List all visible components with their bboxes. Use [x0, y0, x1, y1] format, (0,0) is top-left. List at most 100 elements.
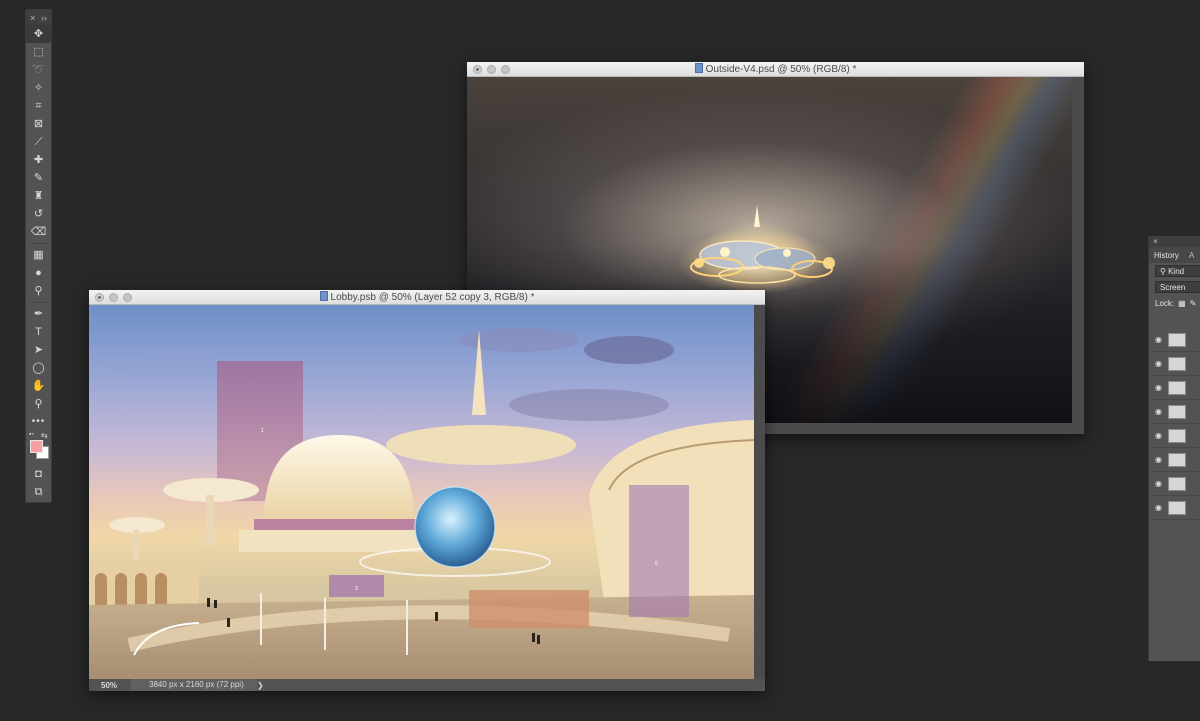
move-tool-icon[interactable]: ✥ [26, 25, 51, 43]
layer-row[interactable]: ◉ [1149, 496, 1200, 520]
document-canvas-lobby[interactable]: 1 3 5 [89, 305, 754, 679]
layer-thumbnail [1167, 332, 1186, 347]
crop-tool-icon[interactable]: ⌗ [26, 97, 51, 115]
tools-panel-header: × ›› [26, 10, 51, 25]
layer-thumbnail [1167, 404, 1186, 419]
banner-label-5: 5 [655, 561, 658, 567]
window-title-text: Lobby.psb @ 50% (Layer 52 copy 3, RGB/8)… [330, 292, 535, 303]
document-info[interactable]: 3840 px x 2160 px (72 ppi) [131, 679, 257, 691]
tools-panel: × ›› ✥ ⬚ ➰ ✧ ⌗ ⊠ ⟋ ✚ ✎ ♜ ↺ ⌫ ▦ ● ⚲ ✒ T ➤ ◯ ✋ ⚲ ••• ▪▫ ⇆ ◘ ⧉ [25, 9, 52, 503]
layer-thumbnail [1167, 476, 1186, 491]
eye-icon[interactable]: ◉ [1155, 335, 1162, 344]
healing-brush-tool-icon[interactable]: ✚ [26, 151, 51, 169]
type-tool-icon[interactable]: T [26, 323, 51, 341]
document-window-lobby[interactable]: Lobby.psb @ 50% (Layer 52 copy 3, RGB/8)… [89, 290, 765, 691]
layer-thumbnail [1167, 500, 1186, 515]
tool-separator [29, 302, 48, 303]
shape-tool-icon[interactable]: ◯ [26, 359, 51, 377]
eye-icon[interactable]: ◉ [1155, 431, 1162, 440]
window-title-text: Outside-V4.psd @ 50% (RGB/8) * [705, 64, 857, 75]
eraser-tool-icon[interactable]: ⌫ [26, 223, 51, 241]
vertical-scrollbar[interactable] [754, 305, 765, 679]
zoom-level[interactable]: 50% [89, 681, 125, 690]
color-swatches: ▪▫ ⇆ [26, 431, 51, 465]
layer-thumbnail [1167, 380, 1186, 395]
layer-thumbnail [1167, 452, 1186, 467]
document-icon [694, 63, 703, 73]
more-tools-icon[interactable]: ••• [26, 413, 51, 431]
eye-icon[interactable]: ◉ [1155, 455, 1162, 464]
layer-thumbnail [1167, 356, 1186, 371]
dodge-tool-icon[interactable]: ⚲ [26, 282, 51, 300]
blend-row: Screen [1149, 279, 1200, 295]
frame-tool-icon[interactable]: ⊠ [26, 115, 51, 133]
foreground-color-swatch[interactable] [30, 440, 43, 453]
lock-label: Lock: [1155, 298, 1175, 308]
eye-icon[interactable]: ◉ [1155, 359, 1162, 368]
brush-tool-icon[interactable]: ✎ [26, 169, 51, 187]
filter-kind-select[interactable]: ⚲ Kind [1155, 265, 1200, 277]
window-title: Lobby.psb @ 50% (Layer 52 copy 3, RGB/8)… [89, 291, 765, 303]
blur-tool-icon[interactable]: ● [26, 264, 51, 282]
tool-separator [29, 243, 48, 244]
history-brush-tool-icon[interactable]: ↺ [26, 205, 51, 223]
marquee-tool-icon[interactable]: ⬚ [26, 43, 51, 61]
layer-row[interactable]: ◉ [1149, 448, 1200, 472]
minimize-window-button[interactable] [109, 293, 118, 302]
lock-paint-icon[interactable]: ✎ [1190, 299, 1197, 308]
eye-icon[interactable]: ◉ [1155, 383, 1162, 392]
blend-mode-select[interactable]: Screen [1155, 281, 1200, 293]
window-titlebar[interactable]: Outside-V4.psd @ 50% (RGB/8) * [467, 62, 1084, 77]
banner-label-3: 3 [355, 586, 358, 592]
vertical-scrollbar[interactable] [1072, 77, 1084, 434]
close-window-button[interactable] [95, 293, 104, 302]
filter-row: ⚲ Kind [1149, 263, 1200, 279]
zoom-tool-icon[interactable]: ⚲ [26, 395, 51, 413]
zoom-window-button[interactable] [123, 293, 132, 302]
lobby-artwork: 1 3 5 [89, 328, 754, 679]
layer-row[interactable]: ◉ [1149, 472, 1200, 496]
zoom-window-button[interactable] [501, 65, 510, 74]
eye-icon[interactable]: ◉ [1155, 407, 1162, 416]
layer-row[interactable]: ◉ [1149, 352, 1200, 376]
close-icon[interactable]: × [1153, 237, 1158, 246]
screen-mode-icon[interactable]: ⧉ [26, 483, 51, 501]
layer-thumbnail [1167, 428, 1186, 443]
default-colors-icon[interactable]: ▪▫ [29, 431, 34, 438]
eyedropper-tool-icon[interactable]: ⟋ [26, 133, 51, 151]
layer-list: ◉ ◉ ◉ ◉ ◉ ◉ ◉ ◉ [1149, 328, 1200, 520]
eye-icon[interactable]: ◉ [1155, 479, 1162, 488]
quick-mask-icon[interactable]: ◘ [26, 465, 51, 483]
tab-history[interactable]: History [1149, 251, 1184, 260]
lock-row: Lock: ▦ ✎ [1149, 295, 1200, 311]
swap-colors-icon[interactable]: ⇆ [41, 431, 48, 440]
status-bar: 50% 3840 px x 2160 px (72 ppi) ❯ [89, 679, 765, 691]
clone-stamp-tool-icon[interactable]: ♜ [26, 187, 51, 205]
window-title: Outside-V4.psd @ 50% (RGB/8) * [467, 63, 1084, 75]
layer-row[interactable]: ◉ [1149, 424, 1200, 448]
layer-row[interactable]: ◉ [1149, 400, 1200, 424]
gradient-tool-icon[interactable]: ▦ [26, 246, 51, 264]
lasso-tool-icon[interactable]: ➰ [26, 61, 51, 79]
chevron-right-icon[interactable]: ❯ [257, 681, 264, 690]
layers-panel: × History A ⚲ Kind Screen Lock: ▦ ✎ ◉ ◉ … [1148, 236, 1200, 661]
document-icon [319, 291, 328, 301]
filter-kind-label: Kind [1168, 267, 1185, 276]
search-icon: ⚲ [1160, 267, 1166, 276]
hand-tool-icon[interactable]: ✋ [26, 377, 51, 395]
path-selection-tool-icon[interactable]: ➤ [26, 341, 51, 359]
window-titlebar[interactable]: Lobby.psb @ 50% (Layer 52 copy 3, RGB/8)… [89, 290, 765, 305]
magic-wand-tool-icon[interactable]: ✧ [26, 79, 51, 97]
lock-transparent-icon[interactable]: ▦ [1178, 299, 1186, 308]
layer-row[interactable]: ◉ [1149, 328, 1200, 352]
layer-row[interactable]: ◉ [1149, 376, 1200, 400]
panel-tabs: History A [1149, 247, 1200, 263]
pen-tool-icon[interactable]: ✒ [26, 305, 51, 323]
tab-second[interactable]: A [1184, 251, 1199, 260]
panel-header: × [1149, 236, 1200, 247]
eye-icon[interactable]: ◉ [1155, 503, 1162, 512]
close-window-button[interactable] [473, 65, 482, 74]
minimize-window-button[interactable] [487, 65, 496, 74]
collapse-icon[interactable]: ›› [41, 13, 47, 23]
close-icon[interactable]: × [30, 13, 35, 23]
